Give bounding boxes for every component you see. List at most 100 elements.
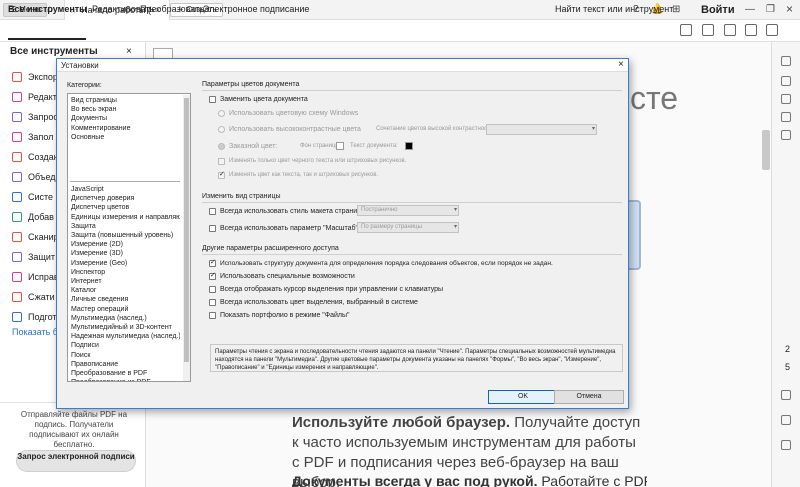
category-item[interactable]: Преобразование из PDF <box>70 378 180 381</box>
category-item[interactable]: Основные <box>70 133 180 142</box>
windows-scheme-radio[interactable] <box>218 110 225 117</box>
always-layout-checkbox[interactable] <box>209 208 216 215</box>
layers-icon[interactable] <box>781 130 791 140</box>
maximize-icon[interactable]: ❐ <box>766 4 775 16</box>
windows-scheme-label: Использовать цветовую схему Windows <box>229 110 359 117</box>
use-structure-label: Использовать структуру документа для опр… <box>220 260 553 267</box>
pages-icon[interactable] <box>781 94 791 104</box>
chevron-down-icon: ▾ <box>453 207 457 213</box>
nav-all-tools[interactable]: Все инструменты <box>8 4 87 14</box>
attachment-icon[interactable] <box>781 112 791 122</box>
bookmark-icon[interactable] <box>781 76 791 86</box>
high-contrast-radio[interactable] <box>218 126 225 133</box>
comment-icon[interactable] <box>781 56 791 66</box>
category-item[interactable]: Диспетчер доверия <box>70 194 180 203</box>
use-accessibility-checkbox[interactable] <box>209 271 216 280</box>
category-item[interactable]: Инспектор <box>70 268 180 277</box>
layout-dropdown[interactable]: Постранично ▾ <box>357 205 459 216</box>
text-and-lines-checkbox[interactable] <box>218 170 225 179</box>
export-icon <box>12 72 22 82</box>
edit-icon <box>12 92 22 102</box>
find-text-input[interactable]: Найти текст или инструмент <box>555 4 673 14</box>
zoom-dropdown[interactable]: По размеру страницы ▾ <box>357 222 459 233</box>
category-item[interactable]: Защита (повышенный уровень) <box>70 231 180 240</box>
page-number-total: 5 <box>785 362 791 372</box>
save-icon[interactable] <box>680 24 692 36</box>
page-bg-swatch[interactable] <box>336 142 344 150</box>
categories-scroll-thumb[interactable] <box>184 98 189 362</box>
category-item[interactable]: Правописание <box>70 360 180 369</box>
portfolio-files-checkbox[interactable] <box>209 312 216 319</box>
document-paragraph: Документы всегда у вас под рукой. Работа… <box>292 473 647 487</box>
custom-color-radio[interactable] <box>218 143 225 150</box>
request-signature-button[interactable]: Запрос электронной подписи <box>16 450 136 472</box>
category-item[interactable]: Мультимедийный и 3D-контент <box>70 323 180 332</box>
category-item[interactable]: Каталог <box>70 286 180 295</box>
category-item[interactable]: Измерение (2D) <box>70 240 180 249</box>
scan-icon <box>12 232 22 242</box>
category-item[interactable]: Измерение (Geo) <box>70 259 180 268</box>
close-icon[interactable]: × <box>126 46 132 57</box>
replace-colors-label: Заменить цвета документа <box>220 96 308 103</box>
system-highlight-label: Всегда использовать цвет выделения, выбр… <box>220 299 418 306</box>
group-title-colors: Параметры цветов документа <box>202 81 300 88</box>
link-icon[interactable] <box>724 24 736 36</box>
zoom-out-icon[interactable] <box>781 440 791 450</box>
category-item[interactable]: Комментирование <box>70 124 180 133</box>
category-item[interactable]: Документы <box>70 114 180 123</box>
group-divider <box>202 202 622 203</box>
page-number-current: 2 <box>785 344 791 354</box>
nav-active-underline <box>8 38 86 40</box>
zoom-in-icon[interactable] <box>781 415 791 425</box>
category-item[interactable]: Во весь экран <box>70 105 180 114</box>
category-item[interactable]: JavaScript <box>70 185 180 194</box>
dialog-close-icon[interactable]: × <box>618 59 624 71</box>
replace-colors-checkbox[interactable] <box>209 96 216 103</box>
cancel-button[interactable]: Отмена <box>554 390 624 404</box>
print-icon[interactable] <box>702 24 714 36</box>
category-item[interactable]: Защита <box>70 222 180 231</box>
description-box: Параметры чтения с экрана и последовател… <box>210 344 623 372</box>
category-item[interactable]: Надежная мультимедиа (наслед.) <box>70 332 180 341</box>
window-close-icon[interactable]: × <box>786 3 793 15</box>
custom-color-label: Заказной цвет: <box>229 143 278 150</box>
nav-e-sign[interactable]: Электронное подписание <box>203 4 309 14</box>
category-item[interactable]: Подписи <box>70 341 180 350</box>
system-highlight-checkbox[interactable] <box>209 299 216 306</box>
categories-list[interactable]: Вид страницы Во весь экран Документы Коммен… <box>67 93 191 382</box>
group-title-other: Другие параметры расширенного доступа <box>202 245 339 252</box>
ok-button[interactable]: OK <box>488 390 558 404</box>
categories-label: Категории: <box>67 82 102 89</box>
always-zoom-checkbox[interactable] <box>209 225 216 232</box>
add-icon <box>12 212 22 222</box>
search-icon[interactable] <box>745 24 757 36</box>
create-icon <box>12 152 22 162</box>
group-divider <box>202 90 622 91</box>
category-item[interactable]: Преобразование в PDF <box>70 369 180 378</box>
category-item[interactable]: Мультимедиа (наслед.) <box>70 314 180 323</box>
combine-icon <box>12 172 22 182</box>
contrast-combo-dropdown[interactable]: ▾ <box>486 124 597 135</box>
use-structure-checkbox[interactable] <box>209 258 216 267</box>
category-item[interactable]: Вид страницы <box>70 96 180 105</box>
category-item[interactable]: Интернет <box>70 277 180 286</box>
doc-text-swatch[interactable] <box>405 142 413 150</box>
show-cursor-checkbox[interactable] <box>209 286 216 293</box>
refresh-icon[interactable] <box>781 390 791 400</box>
chevron-down-icon: ▾ <box>591 126 595 132</box>
category-item[interactable]: Измерение (3D) <box>70 249 180 258</box>
only-black-checkbox[interactable] <box>218 158 225 165</box>
minimize-icon[interactable]: — <box>745 4 755 16</box>
category-item[interactable]: Поиск <box>70 351 180 360</box>
document-scrollbar[interactable] <box>762 130 770 170</box>
category-item[interactable]: Личные сведения <box>70 295 180 304</box>
sign-in-button[interactable]: Войти <box>701 4 735 16</box>
portfolio-files-label: Показать портфолио в режиме "Файлы" <box>220 312 350 319</box>
dialog-title: Установки <box>57 59 628 72</box>
nav-convert[interactable]: Преобразовать <box>140 4 204 14</box>
share-icon[interactable] <box>766 24 778 36</box>
category-item[interactable]: Диспетчер цветов <box>70 203 180 212</box>
category-item[interactable]: Мастер операций <box>70 305 180 314</box>
redact-icon <box>12 272 22 282</box>
category-item[interactable]: Единицы измерения и направляющие <box>70 213 180 222</box>
